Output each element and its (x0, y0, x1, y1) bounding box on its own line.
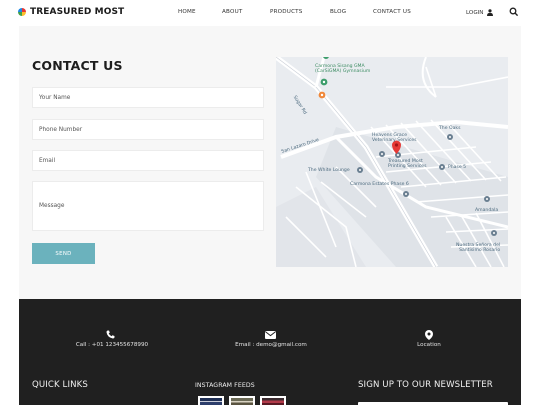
search-icon[interactable] (509, 7, 519, 17)
quick-links-heading: QUICK LINKS (32, 380, 88, 390)
phone-placeholder: Phone Number (39, 126, 83, 133)
map-label-lounge: The White Lounge (308, 168, 350, 173)
map-pin-icon (425, 330, 433, 340)
map-label-gym: Carmona Sisang GMA (CarSiGMA) Gymnasium (315, 64, 371, 75)
instagram-thumb-2[interactable] (229, 396, 255, 405)
user-icon (486, 9, 493, 16)
site-header: TREASURED MOST HOME ABOUT PRODUCTS BLOG … (0, 0, 540, 26)
location-map[interactable]: Carmona Sisang GMA (CarSiGMA) Gymnasium … (276, 57, 508, 267)
name-placeholder: Your Name (39, 94, 71, 101)
login-link[interactable]: LOGIN (466, 9, 493, 16)
envelope-icon (265, 331, 276, 339)
send-button[interactable]: SEND (32, 243, 95, 264)
message-field[interactable]: Message (32, 181, 264, 231)
logo-text: TREASURED MOST (30, 7, 125, 17)
phone-field[interactable]: Phone Number (32, 119, 264, 140)
logo[interactable]: TREASURED MOST (18, 7, 124, 17)
nav-home[interactable]: HOME (178, 9, 196, 15)
contact-section: CONTACT US Your Name Phone Number Email … (19, 26, 521, 299)
map-label-church: Nuestra Señora del Santisimo Rosario (456, 243, 501, 254)
location-text[interactable]: Location (405, 342, 453, 348)
phone-icon (106, 330, 115, 339)
message-placeholder: Message (39, 203, 65, 209)
map-label-estates: Carmona Estates Phase 6 (350, 182, 409, 187)
newsletter-heading: SIGN UP TO OUR NEWSLETTER (358, 380, 493, 390)
nav-about[interactable]: ABOUT (222, 9, 242, 15)
login-label: LOGIN (466, 9, 484, 16)
nav-contact-us[interactable]: CONTACT US (373, 9, 411, 15)
contact-title: CONTACT US (32, 58, 123, 73)
map-label-amandala: Amandala (475, 208, 499, 213)
email-text[interactable]: Email : demo@gmail.com (219, 342, 323, 348)
name-field[interactable]: Your Name (32, 87, 264, 108)
map-label-phase5: Phase 5 (448, 165, 467, 170)
instagram-thumb-3[interactable] (260, 396, 286, 405)
site-footer: Call : +01 123455678990 Email : demo@gma… (19, 299, 521, 405)
email-field[interactable]: Email (32, 150, 264, 171)
instagram-thumb-1[interactable] (198, 396, 224, 405)
nav-blog[interactable]: BLOG (330, 9, 346, 15)
instagram-heading: INSTAGRAM FEEDS (195, 382, 255, 389)
map-label-oaks: The Oaks (439, 126, 461, 131)
map-label-printing: Treasured Most Printing Services (388, 159, 427, 170)
map-label-vet: Heavens Grace Veterinary Services (372, 133, 417, 144)
logo-icon (18, 8, 26, 16)
nav-products[interactable]: PRODUCTS (270, 9, 303, 15)
call-text: Call : +01 123455678990 (75, 342, 149, 348)
email-placeholder: Email (39, 157, 56, 164)
